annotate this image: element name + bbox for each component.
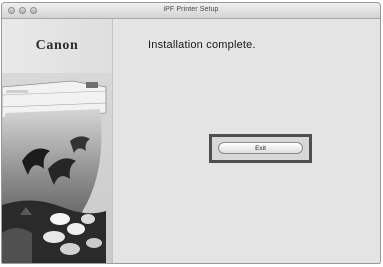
sidebar: Canon [2,19,113,263]
exit-button[interactable]: Exit [218,142,303,154]
installer-window: iPF Printer Setup Canon Installation com… [1,2,381,264]
window-title: iPF Printer Setup [163,6,219,13]
title-bar: iPF Printer Setup [2,3,380,19]
canon-logo: Canon [35,38,79,53]
installation-status-heading: Installation complete. [148,39,256,51]
printer-illustration [2,73,112,263]
main-panel: Installation complete. Exit [113,19,380,263]
